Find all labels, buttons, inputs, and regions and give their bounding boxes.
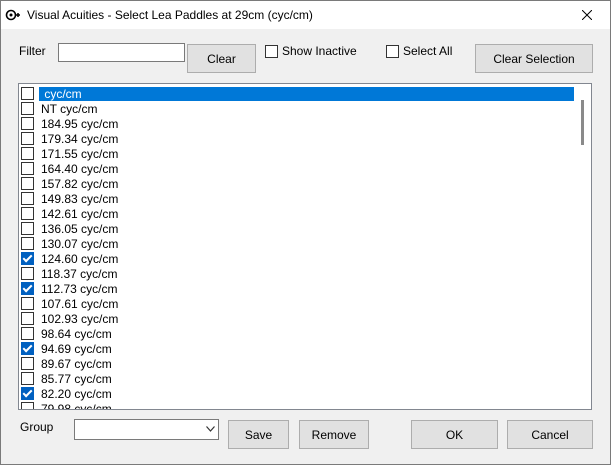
- list-item-checkbox[interactable]: [21, 342, 34, 355]
- cancel-button[interactable]: Cancel: [507, 420, 593, 449]
- list-item-checkbox[interactable]: [21, 282, 34, 295]
- list-item-label: NT cyc/cm: [41, 101, 98, 116]
- select-all-label: Select All: [403, 44, 453, 58]
- list-item-checkbox[interactable]: [21, 162, 34, 175]
- list-item[interactable]: 89.67 cyc/cm: [20, 356, 114, 371]
- list-item-checkbox[interactable]: [21, 147, 34, 160]
- list-item-label: 85.77 cyc/cm: [41, 371, 112, 386]
- list-item-checkbox[interactable]: [21, 252, 34, 265]
- show-inactive-option[interactable]: Show Inactive: [265, 44, 357, 58]
- list-item[interactable]: 94.69 cyc/cm: [20, 341, 114, 356]
- list-item-checkbox[interactable]: [21, 402, 34, 409]
- list-item-label: 118.37 cyc/cm: [41, 266, 118, 281]
- filter-label: Filter: [19, 44, 46, 58]
- list-item-checkbox[interactable]: [21, 267, 34, 280]
- select-all-checkbox[interactable]: [386, 44, 399, 58]
- list-item-checkbox[interactable]: [21, 387, 34, 400]
- list-item[interactable]: 142.61 cyc/cm: [20, 206, 120, 221]
- list-item[interactable]: cyc/cm: [20, 86, 579, 101]
- list-item[interactable]: 102.93 cyc/cm: [20, 311, 120, 326]
- list-item[interactable]: 112.73 cyc/cm: [20, 281, 119, 296]
- list-item-checkbox[interactable]: [21, 207, 34, 220]
- list-item-label: 107.61 cyc/cm: [41, 296, 119, 311]
- save-button[interactable]: Save: [228, 420, 289, 449]
- list-item-checkbox[interactable]: [21, 102, 34, 115]
- list-item-label: 112.73 cyc/cm: [41, 281, 118, 296]
- list-item[interactable]: 85.77 cyc/cm: [20, 371, 114, 386]
- list-item-checkbox[interactable]: [21, 192, 34, 205]
- list-item[interactable]: 136.05 cyc/cm: [20, 221, 120, 236]
- list-item-label: 89.67 cyc/cm: [41, 356, 112, 371]
- list-item-checkbox[interactable]: [21, 222, 34, 235]
- group-label: Group: [20, 420, 54, 434]
- title-bar[interactable]: Visual Acuities - Select Lea Paddles at …: [1, 1, 610, 29]
- list-item[interactable]: 130.07 cyc/cm: [20, 236, 120, 251]
- list-item[interactable]: 98.64 cyc/cm: [20, 326, 114, 341]
- list-item[interactable]: NT cyc/cm: [20, 101, 99, 116]
- list-item[interactable]: 118.37 cyc/cm: [20, 266, 119, 281]
- list-item-label: 184.95 cyc/cm: [41, 116, 119, 131]
- list-item-label: 94.69 cyc/cm: [41, 341, 112, 356]
- list-item-label: 102.93 cyc/cm: [41, 311, 119, 326]
- list-item-checkbox[interactable]: [21, 327, 34, 340]
- gear-icon: [5, 9, 20, 21]
- list-item-checkbox[interactable]: [21, 117, 34, 130]
- show-inactive-checkbox[interactable]: [265, 44, 278, 58]
- list-item[interactable]: 184.95 cyc/cm: [20, 116, 120, 131]
- list-item-label: 171.55 cyc/cm: [41, 146, 119, 161]
- acuity-checklist[interactable]: 79.98 cyc/cm 82.20 cyc/cm 85.77 cyc/cm 89.6…: [18, 83, 592, 410]
- list-item[interactable]: 157.82 cyc/cm: [20, 176, 120, 191]
- chevron-down-icon: [206, 426, 215, 432]
- list-item-label: 142.61 cyc/cm: [41, 206, 119, 221]
- filter-input[interactable]: [58, 43, 185, 62]
- show-inactive-label: Show Inactive: [282, 44, 357, 58]
- list-item[interactable]: 164.40 cyc/cm: [20, 161, 120, 176]
- clear-filter-button[interactable]: Clear: [187, 44, 256, 73]
- remove-button[interactable]: Remove: [299, 420, 369, 449]
- list-item[interactable]: 82.20 cyc/cm: [20, 386, 114, 401]
- scrollbar-thumb[interactable]: [581, 100, 584, 145]
- list-item[interactable]: 149.83 cyc/cm: [20, 191, 120, 206]
- list-item-label: 149.83 cyc/cm: [41, 191, 119, 206]
- list-item-checkbox[interactable]: [21, 177, 34, 190]
- list-item-label: 98.64 cyc/cm: [41, 326, 112, 341]
- list-item-label: 164.40 cyc/cm: [41, 161, 119, 176]
- window-title: Visual Acuities - Select Lea Paddles at …: [27, 8, 313, 22]
- list-item-checkbox[interactable]: [21, 132, 34, 145]
- list-item-label: 157.82 cyc/cm: [41, 176, 119, 191]
- list-item-label: cyc/cm: [39, 86, 579, 101]
- group-dropdown[interactable]: [74, 419, 219, 440]
- list-item[interactable]: 107.61 cyc/cm: [20, 296, 120, 311]
- list-item-label: 179.34 cyc/cm: [41, 131, 119, 146]
- list-item[interactable]: 79.98 cyc/cm: [20, 401, 114, 410]
- list-item-label: 130.07 cyc/cm: [41, 236, 119, 251]
- list-item-label: 136.05 cyc/cm: [41, 221, 119, 236]
- close-button[interactable]: [564, 1, 610, 29]
- list-item-label: 124.60 cyc/cm: [41, 251, 119, 266]
- dialog-window: Visual Acuities - Select Lea Paddles at …: [0, 0, 611, 465]
- list-item-checkbox[interactable]: [21, 312, 34, 325]
- list-item-checkbox[interactable]: [21, 237, 34, 250]
- list-item-checkbox[interactable]: [21, 297, 34, 310]
- list-item-checkbox[interactable]: [21, 372, 34, 385]
- list-item[interactable]: 124.60 cyc/cm: [20, 251, 120, 266]
- list-item[interactable]: 171.55 cyc/cm: [20, 146, 120, 161]
- select-all-option[interactable]: Select All: [386, 44, 452, 58]
- list-item[interactable]: 179.34 cyc/cm: [20, 131, 120, 146]
- ok-button[interactable]: OK: [411, 420, 498, 449]
- list-item-checkbox[interactable]: [21, 357, 34, 370]
- list-item-label: 82.20 cyc/cm: [41, 386, 112, 401]
- clear-selection-button[interactable]: Clear Selection: [475, 44, 593, 73]
- list-item-checkbox[interactable]: [21, 87, 34, 100]
- list-item-label: 79.98 cyc/cm: [41, 401, 112, 410]
- vertical-scrollbar[interactable]: [574, 84, 591, 409]
- close-icon: [582, 10, 592, 20]
